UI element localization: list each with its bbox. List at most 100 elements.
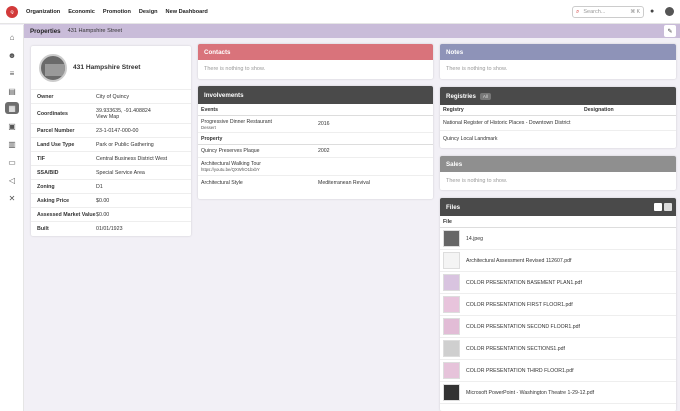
list-item[interactable]: COLOR PRESENTATION THIRD FLOOR1.pdf: [440, 360, 676, 382]
registries-title: Registries: [446, 92, 476, 100]
file-name: 14.jpeg: [466, 235, 484, 242]
property-name: 431 Hampshire Street: [73, 64, 141, 71]
event-year: 2016: [318, 121, 330, 127]
parcel-value: 23-1-0147-000-00: [96, 127, 139, 134]
registries-filter-badge[interactable]: All: [479, 92, 491, 100]
people-icon[interactable]: ☻: [5, 49, 19, 61]
nav-design[interactable]: Design: [139, 9, 158, 15]
search-input[interactable]: ⌕ Search... ⌘ K: [572, 6, 644, 18]
file-thumbnail: [443, 274, 460, 291]
home-icon[interactable]: ⌂: [5, 31, 19, 43]
file-thumbnail: [443, 318, 460, 335]
asking-value: $0.00: [96, 197, 110, 204]
involvements-header: Involvements: [198, 86, 433, 104]
notes-card: Notes There is nothing to show.: [440, 44, 676, 79]
events-header: Events: [198, 104, 433, 116]
view-map-link[interactable]: View Map: [96, 114, 151, 120]
pencil-icon: ✎: [667, 28, 673, 35]
megaphone-icon[interactable]: ◁: [5, 174, 19, 186]
table-row[interactable]: Progressive Dinner Restaurant Dessert 20…: [198, 116, 433, 133]
table-row[interactable]: Quincy Preserves Plaque 2002: [198, 145, 433, 158]
card-icon[interactable]: ▭: [5, 156, 19, 168]
bell-icon[interactable]: ●: [650, 8, 654, 15]
file-thumbnail: [443, 296, 460, 313]
coords-label: Coordinates: [37, 110, 68, 117]
built-value: 01/01/1923: [96, 226, 123, 232]
page-title[interactable]: Properties: [30, 28, 61, 35]
list-view-icon[interactable]: [654, 203, 662, 211]
list-item[interactable]: COLOR PRESENTATION FIRST FLOOR1.pdf: [440, 294, 676, 316]
list-item[interactable]: Architectural Assessment Revised 112607.…: [440, 250, 676, 272]
registries-card: Registries All Registry Designation Nati…: [440, 87, 676, 148]
involvement-name: Quincy Preserves Plaque: [201, 148, 260, 154]
search-placeholder: Search...: [583, 9, 606, 15]
sidebar: ⌂ ☻ ≡ ▤ ▦ ▣ ▥ ▭ ◁ ✕: [0, 25, 24, 411]
nav-organization[interactable]: Organization: [26, 9, 60, 15]
involvement-value: Mediterranean Revival: [318, 179, 370, 186]
list-item[interactable]: Microsoft PowerPoint - Washington Theatr…: [440, 382, 676, 404]
list-item[interactable]: 14.jpeg: [440, 228, 676, 250]
event-sub: Dessert: [201, 124, 216, 130]
involvement-url[interactable]: https://youtu.be/QXWhO1bxbY: [201, 167, 318, 172]
owner-link[interactable]: City of Quincy: [96, 94, 129, 100]
files-card: Files File 14.jpeg Architectural Assessm…: [440, 198, 676, 411]
tools-icon[interactable]: ✕: [5, 192, 19, 204]
calendar-icon[interactable]: ▣: [5, 120, 19, 132]
involvement-value: 2002: [318, 148, 330, 154]
file-name: COLOR PRESENTATION FIRST FLOOR1.pdf: [466, 301, 573, 308]
chart-icon[interactable]: ▥: [5, 138, 19, 150]
files-title: Files: [446, 203, 461, 211]
table-row[interactable]: Architectural Style Mediterranean Reviva…: [198, 176, 433, 189]
app-logo[interactable]: Q: [6, 5, 18, 18]
grid-view-icon[interactable]: [664, 203, 672, 211]
edit-button[interactable]: ✎: [664, 25, 676, 37]
list-item[interactable]: COLOR PRESENTATION SECTIONS1.pdf: [440, 338, 676, 360]
file-name: Microsoft PowerPoint - Washington Theatr…: [466, 389, 595, 396]
involvements-title: Involvements: [204, 91, 244, 99]
file-name: COLOR PRESENTATION THIRD FLOOR1.pdf: [466, 367, 574, 374]
zoning-label: Zoning: [37, 183, 55, 190]
file-name: Architectural Assessment Revised 112607.…: [466, 257, 572, 264]
files-col-header: File: [440, 216, 676, 228]
landuse-value: Park or Public Gathering: [96, 141, 154, 148]
list-item[interactable]: COLOR PRESENTATION SECOND FLOOR1.pdf: [440, 316, 676, 338]
table-row[interactable]: Quincy Local Landmark: [440, 131, 676, 146]
col-registry: Registry: [443, 107, 464, 113]
property-photo: [39, 53, 67, 82]
notes-empty: There is nothing to show.: [446, 66, 508, 72]
property-card: 431 Hampshire Street Owner City of Quincy…: [31, 46, 191, 236]
file-name: COLOR PRESENTATION BASEMENT PLAN1.pdf: [466, 279, 582, 286]
top-nav: Q Organization Economic Promotion Design…: [0, 0, 680, 24]
built-label: Built: [37, 226, 49, 232]
registry-name: National Register of Historic Places - D…: [443, 120, 571, 126]
file-name: COLOR PRESENTATION SECOND FLOOR1.pdf: [466, 323, 580, 330]
nav-promotion[interactable]: Promotion: [103, 9, 131, 15]
nav-new-dashboard[interactable]: New Dashboard: [166, 9, 208, 15]
sales-header: Sales: [440, 156, 676, 172]
breadcrumb: 431 Hampshire Street: [67, 28, 123, 34]
sliders-icon[interactable]: ≡: [5, 67, 19, 79]
owner-label: Owner: [37, 93, 54, 100]
tif-label: TIF: [37, 155, 45, 162]
notes-header: Notes: [440, 44, 676, 60]
store-icon[interactable]: ▤: [5, 85, 19, 97]
files-header: Files: [440, 198, 676, 216]
table-row[interactable]: National Register of Historic Places - D…: [440, 116, 676, 131]
user-avatar[interactable]: [665, 7, 674, 16]
list-item[interactable]: COLOR PRESENTATION BASEMENT PLAN1.pdf: [440, 272, 676, 294]
file-thumbnail: [443, 230, 460, 247]
file-thumbnail: [443, 252, 460, 269]
notes-title: Notes: [446, 48, 464, 56]
ssa-label: SSA/BID: [37, 169, 59, 176]
assessed-label: Assessed Market Value: [37, 211, 96, 218]
assessed-value: $0.00: [96, 211, 110, 218]
registry-name: Quincy Local Landmark: [443, 135, 498, 142]
building-icon[interactable]: ▦: [5, 102, 19, 114]
involvements-card: Involvements Events Progressive Dinner R…: [198, 86, 433, 199]
contacts-header: Contacts: [198, 44, 433, 60]
search-icon: ⌕: [576, 8, 580, 15]
involvement-name: Architectural Style: [201, 179, 243, 186]
table-row[interactable]: Architectural Walking Tour https://youtu…: [198, 158, 433, 176]
tif-value: Central Business District West: [96, 155, 168, 162]
nav-economic[interactable]: Economic: [68, 9, 95, 15]
